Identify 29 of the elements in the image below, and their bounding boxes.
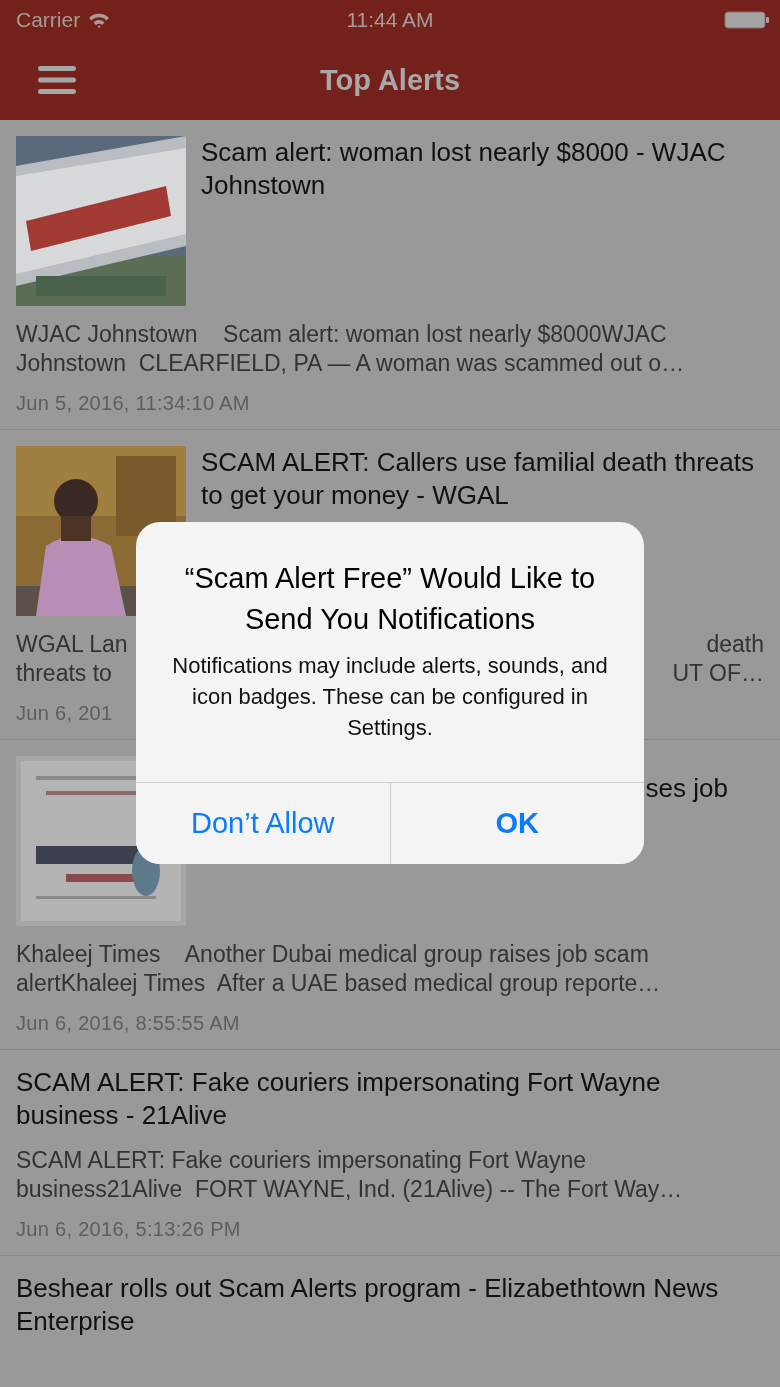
- article-summary: WJAC Johnstown Scam alert: woman lost nearly $8000WJAC: [16, 320, 667, 349]
- dialog-title: “Scam Alert Free” Would Like to Send You Notifications: [183, 561, 597, 637]
- article-summary: WGAL Lan: [16, 630, 128, 659]
- article-summary: SCAM ALERT: Fake couriers impersonating Fort Wayne: [16, 1146, 587, 1175]
- article-summary: Khaleej Times Another Dubai medical group raises job scam: [16, 940, 649, 969]
- status-time: 11:44 AM: [346, 8, 434, 32]
- ok-button[interactable]: OK: [389, 783, 644, 864]
- menu-button[interactable]: [38, 65, 76, 95]
- article-date: Jun 6, 201: [16, 702, 114, 725]
- article-headline: SCAM ALERT: Fake couriers impersonating Fort Wayne business - 21Alive: [16, 1066, 662, 1132]
- article-summary: death: [706, 630, 764, 659]
- screen-title: Top Alerts: [319, 63, 461, 97]
- carrier-label: Carrier: [16, 8, 81, 32]
- article-date: Jun 6, 2016, 5:13:26 PM: [16, 1218, 242, 1241]
- article-headline: Scam alert: woman lost nearly $8000 - WJAC Johnstown: [201, 136, 727, 202]
- menu-icon: [38, 65, 76, 95]
- article-headline: SCAM ALERT: Callers use familial death threats to get your money - WGAL: [201, 446, 755, 512]
- article-summary: threats to: [16, 659, 112, 688]
- article-summary: Johnstown CLEARFIELD, PA — A woman was scammed out o…: [16, 349, 685, 378]
- battery-icon: [724, 11, 770, 29]
- article-date: Jun 5, 2016, 11:34:10 AM: [16, 392, 251, 415]
- article-summary: alertKhaleej Times After a UAE based medical group reporte…: [16, 969, 661, 998]
- article-headline: ses job: [644, 772, 729, 805]
- article-headline: Beshear rolls out Scam Alerts program - Elizabethtown News Enterprise: [16, 1272, 720, 1338]
- dialog-message: Notifications may include alerts, sounds, and icon badges. These can be configured in Settings.: [171, 652, 609, 742]
- wifi-icon: [88, 12, 111, 28]
- article-date: Jun 6, 2016, 8:55:55 AM: [16, 1012, 241, 1035]
- article-summary: business21Alive FORT WAYNE, Ind. (21Alive) -- The Fort Way…: [16, 1175, 683, 1204]
- article-summary: UT OF…: [672, 659, 764, 688]
